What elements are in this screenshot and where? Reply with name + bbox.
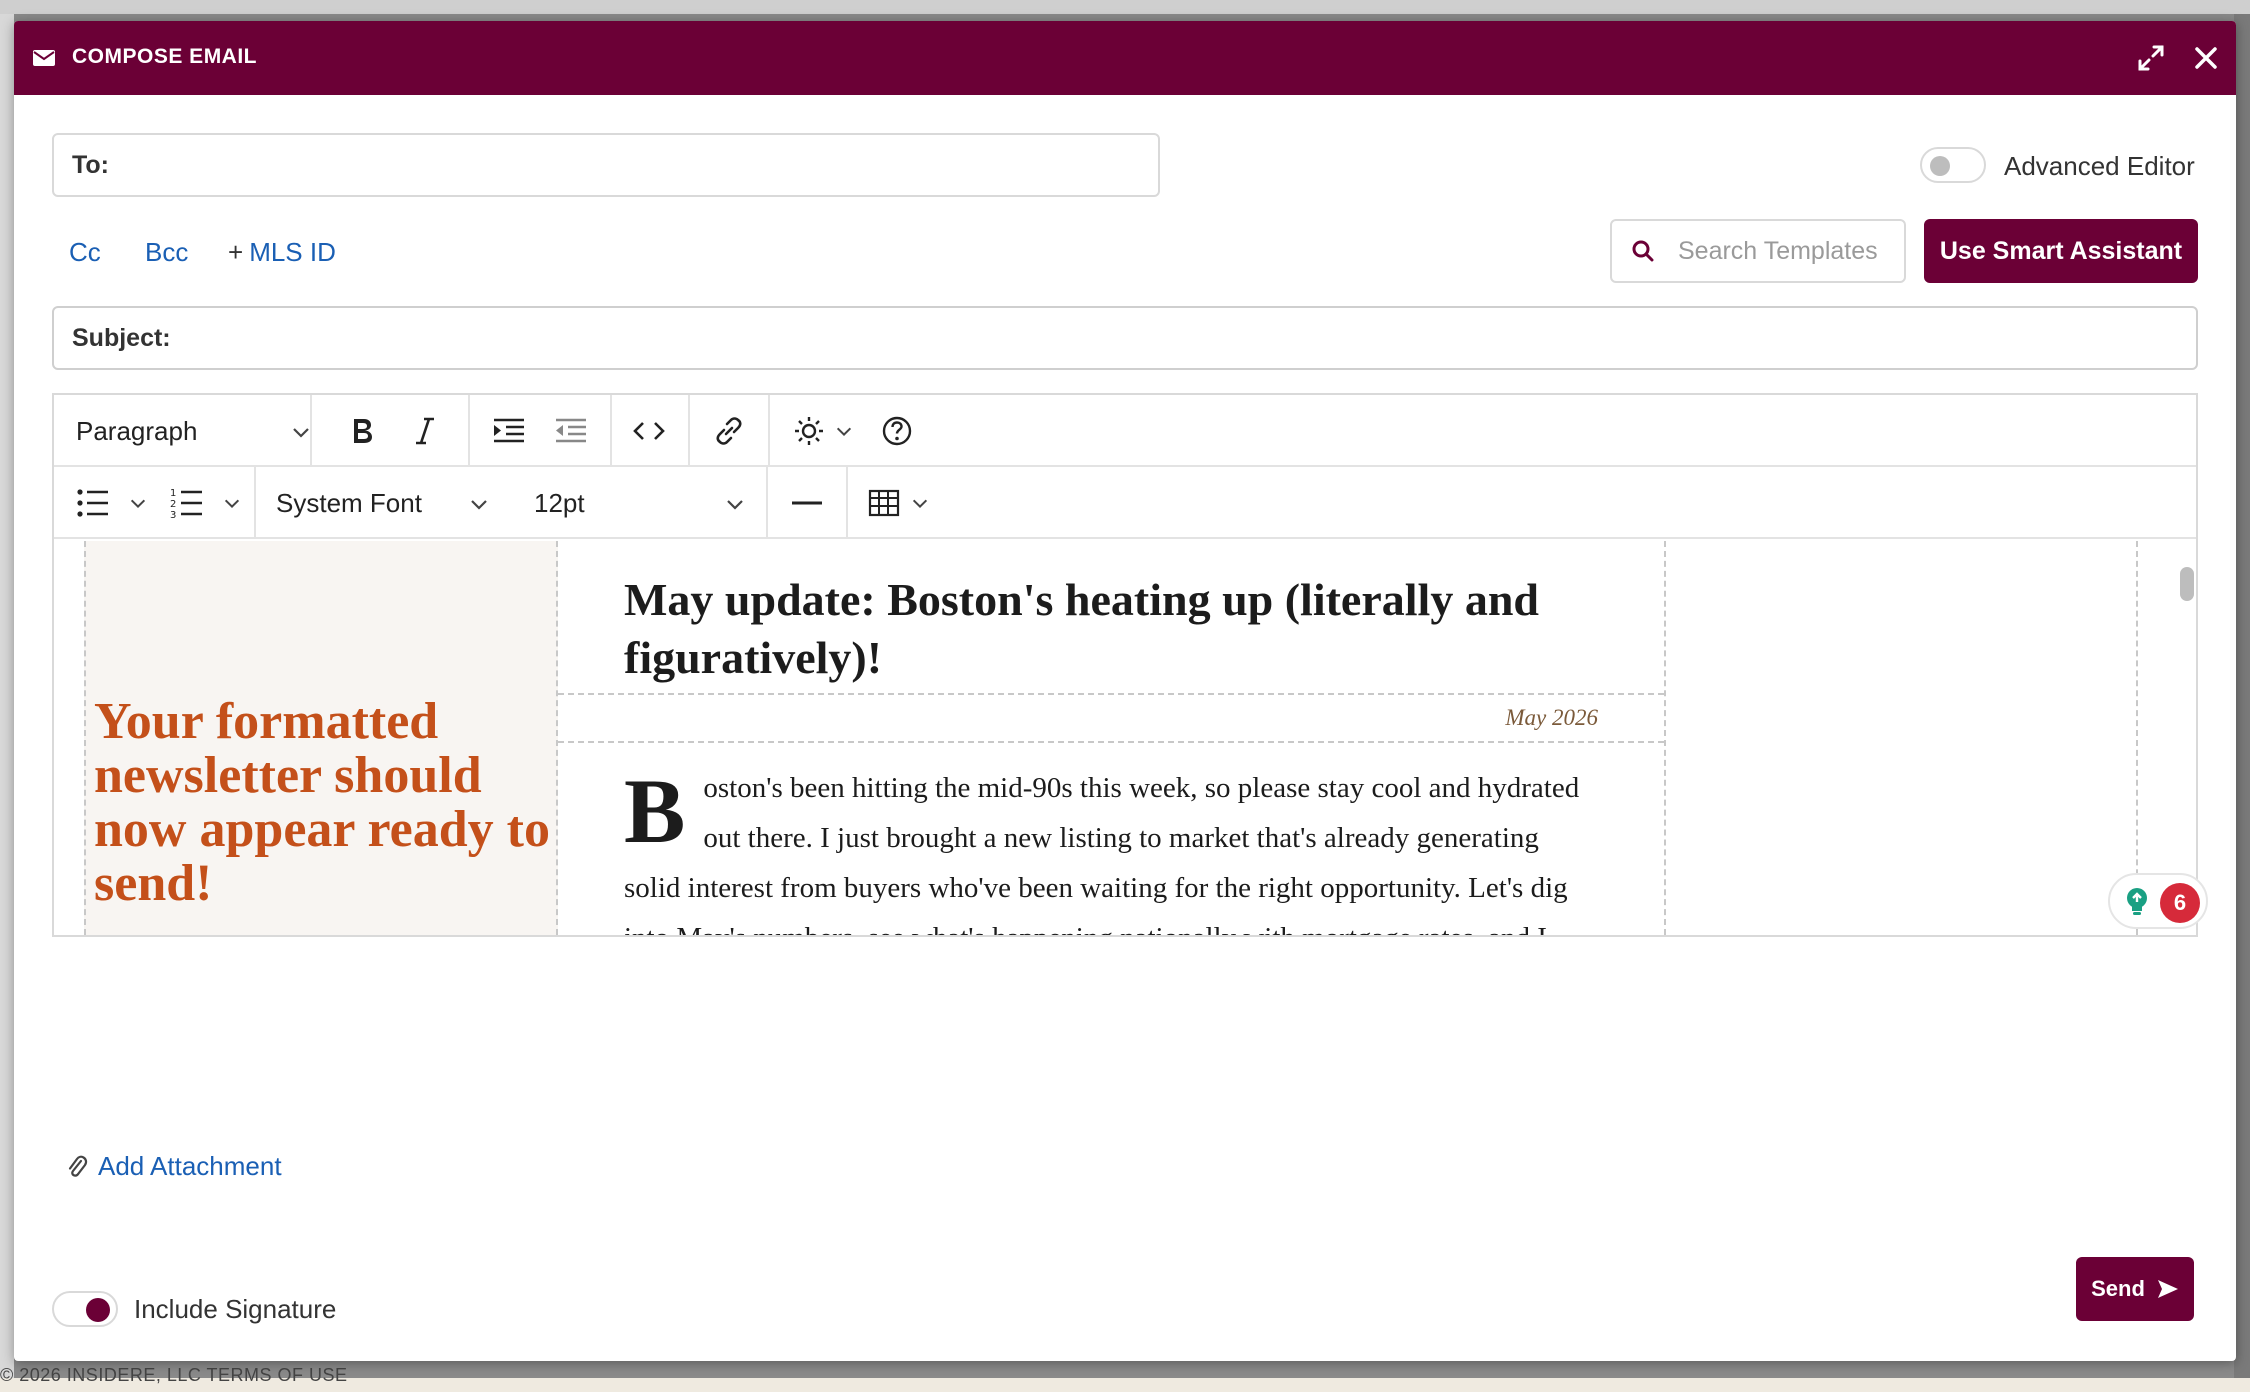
italic-button[interactable] — [412, 413, 438, 449]
svg-text:2: 2 — [170, 499, 176, 510]
grammar-assistant-badge[interactable]: 6 — [2108, 873, 2208, 929]
modal-header: COMPOSE EMAIL — [14, 21, 2236, 95]
drop-cap: B — [624, 760, 686, 862]
toggle-knob — [86, 1298, 110, 1322]
plus-icon: + — [228, 237, 244, 267]
horizontal-rule-button[interactable] — [790, 485, 824, 521]
compose-email-modal: COMPOSE EMAIL To: Advanced Editor Cc Bcc… — [14, 21, 2236, 1361]
cc-link[interactable]: Cc — [69, 237, 101, 268]
numbered-list-button[interactable]: 123 — [170, 485, 242, 521]
search-templates-input[interactable] — [1678, 236, 1888, 266]
editor-toolbar-row-1: Paragraph — [54, 395, 2196, 467]
smart-assistant-button[interactable]: Use Smart Assistant — [1924, 219, 2198, 283]
toggle-knob — [1930, 156, 1950, 176]
font-size-select[interactable]: 12pt — [534, 485, 754, 521]
numbered-list-icon: 123 — [170, 488, 202, 519]
subject-label: Subject: — [72, 323, 171, 352]
expand-icon[interactable] — [2136, 43, 2166, 73]
add-mls-id-link[interactable]: + MLS ID — [228, 237, 336, 268]
bullet-list-button[interactable] — [76, 485, 148, 521]
mls-id-label: MLS ID — [249, 237, 336, 267]
grammar-issue-count: 6 — [2160, 883, 2200, 923]
indent-button[interactable] — [492, 413, 526, 449]
advanced-editor-toggle[interactable] — [1920, 147, 1986, 183]
chevron-down-icon — [727, 500, 743, 510]
bold-icon — [354, 419, 372, 443]
newsletter-body-text: oston's been hitting the mid-90s this we… — [624, 772, 1580, 935]
envelope-icon — [33, 50, 55, 66]
rich-text-editor: Paragraph 1 2 3 System Font 12pt Your fo… — [52, 393, 2208, 937]
link-button[interactable] — [712, 413, 746, 449]
chevron-down-icon — [130, 499, 146, 509]
table-dropdown[interactable] — [868, 485, 930, 521]
block-format-value: Paragraph — [76, 415, 198, 446]
newsletter-body: Boston's been hitting the mid-90s this w… — [624, 763, 1584, 935]
to-input[interactable] — [119, 150, 1158, 180]
brightness-dropdown[interactable] — [792, 413, 854, 449]
subject-input[interactable] — [180, 323, 2196, 353]
bold-button[interactable] — [348, 413, 376, 449]
editor-scrollbar[interactable] — [2180, 567, 2194, 601]
outdent-icon — [556, 418, 586, 443]
close-icon[interactable] — [2190, 42, 2222, 74]
sun-icon — [795, 417, 823, 445]
newsletter-left-column: Your formatted newsletter should now app… — [84, 541, 558, 935]
include-signature-label: Include Signature — [134, 1294, 337, 1324]
block-format-select[interactable]: Paragraph — [76, 413, 316, 449]
promo-text: Your formatted newsletter should now app… — [94, 693, 550, 912]
table-icon — [868, 489, 900, 517]
background-right-strip — [2234, 14, 2250, 1378]
to-label: To: — [72, 150, 110, 179]
font-size-value: 12pt — [534, 487, 585, 518]
bullet-list-icon — [77, 489, 108, 517]
lightbulb-icon — [2127, 888, 2147, 915]
background-footer: © 2026 INSIDERE, LLC TERMS OF USE — [0, 1365, 348, 1385]
font-family-select[interactable]: System Font — [276, 485, 492, 521]
chevron-down-icon — [293, 428, 309, 438]
advanced-editor-label: Advanced Editor — [2004, 151, 2195, 181]
bcc-link[interactable]: Bcc — [145, 237, 188, 268]
source-code-button[interactable] — [632, 413, 666, 449]
newsletter-right-column — [1666, 541, 2186, 935]
help-button[interactable] — [880, 413, 914, 449]
editor-content[interactable]: Your formatted newsletter should now app… — [54, 541, 2196, 935]
background-left-strip — [0, 14, 14, 1378]
svg-text:3: 3 — [170, 510, 176, 519]
add-attachment-label: Add Attachment — [98, 1151, 282, 1181]
paperclip-icon — [68, 1155, 88, 1177]
chevron-down-icon — [471, 500, 487, 510]
help-icon — [882, 416, 912, 446]
outdent-button[interactable] — [554, 413, 588, 449]
modal-title: COMPOSE EMAIL — [72, 45, 258, 68]
chevron-down-icon — [912, 499, 928, 509]
newsletter-date: May 2026 — [1505, 705, 1598, 730]
send-label: Send — [2091, 1276, 2145, 1301]
svg-text:1: 1 — [170, 488, 176, 499]
send-button[interactable]: Send — [2076, 1257, 2194, 1321]
chevron-down-icon — [836, 427, 852, 437]
add-attachment-link[interactable]: Add Attachment — [66, 1151, 282, 1182]
code-icon — [633, 422, 665, 440]
background-top-bar — [0, 0, 2250, 14]
date-band: May 2026 — [558, 693, 1664, 743]
indent-icon — [494, 418, 524, 443]
search-icon — [1632, 240, 1654, 262]
italic-icon — [416, 417, 434, 445]
subject-field[interactable]: Subject: — [52, 306, 2198, 370]
link-icon — [716, 417, 742, 445]
chevron-down-icon — [224, 499, 240, 509]
send-icon — [2157, 1280, 2178, 1298]
newsletter-title: May update: Boston's heating up (literal… — [624, 574, 1539, 683]
font-family-value: System Font — [276, 487, 422, 518]
to-field[interactable]: To: — [52, 133, 1160, 197]
newsletter-main-column: May update: Boston's heating up (literal… — [558, 541, 1666, 935]
include-signature-toggle[interactable] — [52, 1291, 118, 1327]
editor-toolbar-row-2: 123 System Font 12pt — [54, 467, 2196, 539]
search-templates[interactable] — [1610, 219, 1906, 283]
horizontal-rule-icon — [792, 501, 822, 505]
